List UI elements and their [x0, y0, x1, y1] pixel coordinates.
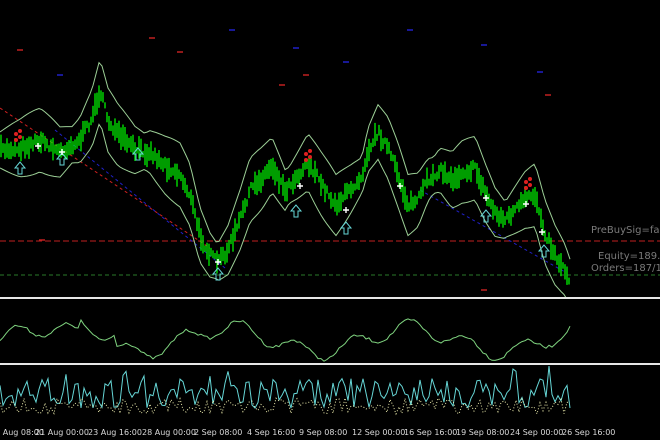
time-tick: 12 Sep 00:00 — [352, 428, 406, 437]
volume-line — [0, 366, 571, 409]
order-plus-icon — [397, 183, 403, 189]
order-plus-icon — [343, 207, 349, 213]
time-tick: 19 Sep 08:00 — [456, 428, 510, 437]
sell-signal-icon — [18, 129, 22, 133]
buy-arrow-icon — [479, 209, 493, 223]
time-tick: 26 Sep 16:00 — [562, 428, 616, 437]
signal-label: PreBuySig=fa — [591, 225, 660, 236]
sell-signal-icon — [308, 149, 312, 153]
buy-arrow-icon — [13, 161, 27, 175]
trading-terminal: PreBuySig=fa Equity=189.2 Orders=187/187… — [0, 0, 660, 440]
pane-separator[interactable] — [0, 297, 660, 299]
oscillator-chart[interactable] — [0, 300, 660, 362]
volume-pane[interactable] — [0, 366, 660, 426]
sell-signal-icon — [524, 180, 528, 184]
order-plus-icon — [523, 201, 529, 207]
order-plus-icon — [539, 229, 545, 235]
sell-signal-icon — [528, 177, 532, 181]
sell-signal-icon — [18, 135, 22, 139]
orders-label: Orders=187/187 — [591, 263, 660, 274]
order-plus-icon — [35, 143, 41, 149]
time-tick: 23 Aug 16:00 — [88, 428, 142, 437]
price-chart[interactable] — [0, 0, 660, 297]
upper-band — [0, 61, 571, 260]
time-tick: 28 Aug 00:00 — [142, 428, 196, 437]
sell-signal-icon — [308, 155, 312, 159]
sell-signal-icon — [304, 152, 308, 156]
time-tick: 2 Sep 08:00 — [194, 428, 243, 437]
volume-chart[interactable] — [0, 366, 660, 426]
order-plus-icon — [59, 149, 65, 155]
time-tick: 21 Aug 00:00 — [35, 428, 89, 437]
time-tick: 4 Sep 16:00 — [247, 428, 296, 437]
equity-label: Equity=189.2 — [598, 251, 660, 262]
oscillator-line — [0, 318, 571, 362]
time-tick: 9 Sep 08:00 — [299, 428, 348, 437]
oscillator-pane[interactable] — [0, 300, 660, 362]
volume-signal-line — [0, 397, 571, 416]
order-plus-icon — [483, 195, 489, 201]
price-chart-pane[interactable]: PreBuySig=fa Equity=189.2 Orders=187/187 — [0, 0, 660, 297]
pane-separator[interactable] — [0, 363, 660, 365]
sell-signal-icon — [528, 183, 532, 187]
buy-arrow-icon — [339, 221, 353, 235]
sell-signal-icon — [304, 158, 308, 162]
buy-arrow-icon — [289, 204, 303, 218]
sell-signal-icon — [14, 138, 18, 142]
sell-signal-icon — [524, 186, 528, 190]
time-tick: 16 Sep 16:00 — [404, 428, 458, 437]
time-tick: 24 Sep 00:00 — [510, 428, 564, 437]
lower-band — [0, 123, 567, 297]
order-plus-icon — [297, 183, 303, 189]
sell-signal-icon — [14, 132, 18, 136]
